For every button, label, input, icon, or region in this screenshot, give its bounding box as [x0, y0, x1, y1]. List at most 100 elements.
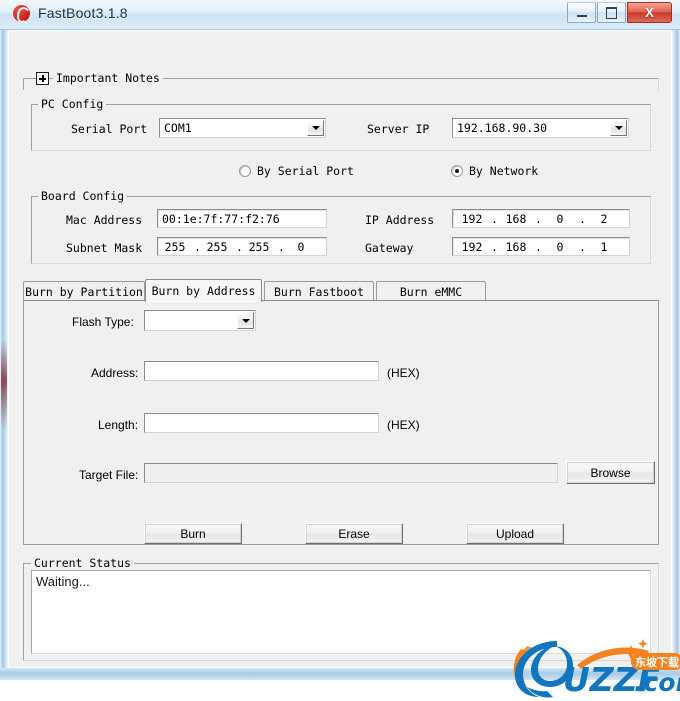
erase-button[interactable]: Erase	[305, 523, 403, 544]
serial-port-combo[interactable]: COM1	[159, 118, 326, 138]
gateway-label: Gateway	[365, 241, 414, 255]
length-hex-hint: (HEX)	[387, 418, 420, 432]
maximize-icon	[606, 6, 617, 19]
chevron-down-icon	[614, 126, 623, 130]
length-input[interactable]	[144, 413, 379, 433]
gateway-octet-3[interactable]: 0	[545, 240, 575, 254]
ip-address-octet-3[interactable]: 0	[545, 212, 575, 226]
ip-separator: .	[579, 239, 586, 254]
subnet-mask-label: Subnet Mask	[66, 241, 143, 255]
subnet-mask-octet-4[interactable]: 0	[286, 240, 316, 254]
ip-address-octet-1[interactable]: 192	[457, 212, 487, 226]
window-frame-tint	[1, 340, 7, 430]
gateway-octet-4[interactable]: 1	[589, 240, 619, 254]
ip-separator: .	[491, 211, 498, 226]
radio-by-network[interactable]: By Network	[451, 164, 538, 178]
window-frame-right	[672, 0, 680, 680]
mac-address-label: Mac Address	[66, 213, 143, 227]
application-window: FastBoot3.1.8 X Important Notes PC Confi…	[0, 0, 680, 699]
title-bar[interactable]: FastBoot3.1.8 X	[0, 0, 680, 30]
gateway-octet-1[interactable]: 192	[457, 240, 487, 254]
tab-label: Burn Fastboot	[273, 284, 364, 299]
minimize-button[interactable]	[567, 2, 596, 23]
status-text: Waiting...	[36, 574, 90, 589]
ip-separator: .	[579, 211, 586, 226]
serial-port-label: Serial Port	[71, 122, 148, 136]
tab-strip: Burn by Partition Burn by Address Burn F…	[23, 279, 659, 302]
close-icon: X	[645, 5, 654, 20]
tab-label: Burn by Address	[151, 284, 256, 298]
pc-config-label: PC Config	[38, 97, 107, 111]
radio-indicator	[239, 165, 251, 177]
target-file-label: Target File:	[79, 468, 139, 482]
status-log-box[interactable]: Waiting...	[31, 570, 651, 654]
radio-by-serial-port-label: By Serial Port	[257, 164, 354, 178]
chevron-down-icon	[311, 126, 320, 130]
upload-button-label: Upload	[495, 526, 535, 541]
current-status-group: Current Status Waiting...	[23, 556, 659, 661]
erase-button-label: Erase	[338, 526, 370, 541]
tab-burn-emmc[interactable]: Burn eMMC	[376, 281, 486, 301]
maximize-button[interactable]	[597, 2, 626, 23]
server-ip-value: 192.168.90.30	[457, 121, 548, 135]
gateway-input[interactable]: 192 . 168 . 0 . 1	[452, 237, 630, 256]
upload-button[interactable]: Upload	[466, 523, 564, 544]
tab-burn-fastboot[interactable]: Burn Fastboot	[264, 281, 374, 301]
ip-address-octet-4[interactable]: 2	[589, 212, 619, 226]
minimize-icon	[576, 14, 587, 17]
tab-page-burn-by-address: Flash Type: Address: (HEX) Length: (HEX)…	[23, 300, 659, 545]
gateway-octet-2[interactable]: 168	[501, 240, 531, 254]
ip-address-input[interactable]: 192 . 168 . 0 . 2	[452, 209, 630, 228]
browse-button-label: Browse	[590, 465, 631, 480]
flash-type-label: Flash Type:	[72, 315, 134, 329]
important-notes-expander[interactable]	[36, 72, 49, 85]
tab-label: Burn by Partition	[25, 284, 143, 299]
subnet-mask-octet-3[interactable]: 255	[244, 240, 274, 254]
mac-address-value: 00:1e:7f:77:f2:76	[162, 211, 280, 226]
fastboot-logo-icon	[12, 4, 31, 23]
subnet-mask-octet-2[interactable]: 255	[202, 240, 232, 254]
ip-separator: .	[491, 239, 498, 254]
radio-indicator	[451, 165, 463, 177]
ip-address-octet-2[interactable]: 168	[501, 212, 531, 226]
length-label: Length:	[98, 418, 139, 432]
ip-separator: .	[535, 239, 542, 254]
radio-by-network-label: By Network	[469, 164, 539, 178]
radio-by-serial-port[interactable]: By Serial Port	[239, 164, 354, 178]
subnet-mask-input[interactable]: 255 . 255 . 255 . 0	[157, 237, 327, 256]
ip-separator: .	[236, 239, 243, 254]
flash-type-dropdown-button[interactable]	[237, 312, 254, 329]
server-ip-combo[interactable]: 192.168.90.30	[452, 118, 629, 138]
client-area: Important Notes PC Config Serial Port CO…	[8, 30, 680, 699]
chevron-down-icon	[241, 318, 250, 323]
tab-burn-by-partition[interactable]: Burn by Partition	[23, 281, 145, 301]
address-input[interactable]	[144, 361, 379, 381]
browse-button[interactable]: Browse	[566, 461, 655, 484]
window-title: FastBoot3.1.8	[38, 5, 128, 21]
mac-address-input[interactable]: 00:1e:7f:77:f2:76	[157, 209, 327, 228]
server-ip-dropdown-button[interactable]	[610, 120, 627, 136]
address-label: Address:	[91, 366, 139, 380]
ip-address-label: IP Address	[365, 213, 435, 227]
burn-mode-tabs: Burn by Partition Burn by Address Burn F…	[23, 279, 659, 545]
ip-separator: .	[278, 239, 285, 254]
address-hex-hint: (HEX)	[387, 366, 420, 380]
close-button[interactable]: X	[627, 2, 672, 23]
board-config-label: Board Config	[38, 189, 128, 203]
ip-separator: .	[194, 239, 201, 254]
target-file-input[interactable]	[144, 463, 558, 483]
serial-port-dropdown-button[interactable]	[307, 120, 324, 136]
window-frame-bottom	[0, 668, 680, 680]
serial-port-value: COM1	[164, 121, 192, 135]
flash-type-combo[interactable]	[144, 310, 256, 331]
window-frame-left	[0, 0, 8, 680]
window-controls: X	[567, 2, 672, 23]
ip-separator: .	[535, 211, 542, 226]
important-notes-label: Important Notes	[53, 71, 163, 85]
tab-burn-by-address[interactable]: Burn by Address	[145, 279, 262, 302]
subnet-mask-octet-1[interactable]: 255	[160, 240, 190, 254]
tab-label: Burn eMMC	[399, 284, 463, 299]
burn-button-label: Burn	[180, 526, 206, 541]
burn-button[interactable]: Burn	[144, 523, 242, 544]
server-ip-label: Server IP	[367, 122, 430, 136]
